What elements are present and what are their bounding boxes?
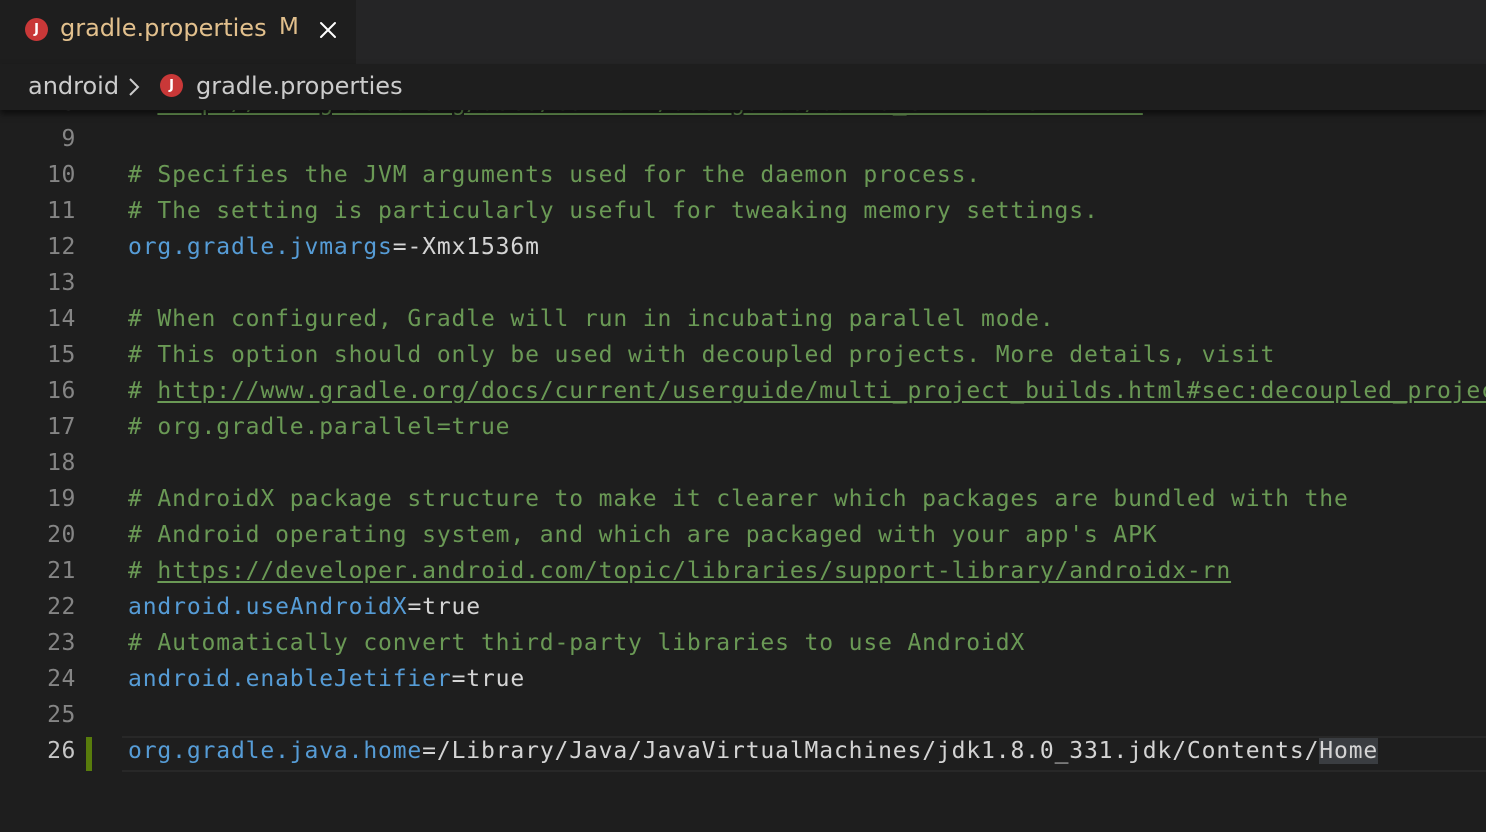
breadcrumb-folder[interactable]: android — [28, 72, 119, 100]
comment-text: # Specifies the JVM arguments used for t… — [128, 162, 982, 188]
comment-text: # This option should only be used with d… — [128, 342, 1276, 368]
gutter-change-marker — [86, 737, 92, 771]
code-text: # Automatically convert third-party libr… — [128, 630, 1025, 656]
line-number: 26 — [47, 738, 76, 764]
code-text: # Android operating system, and which ar… — [128, 522, 1158, 548]
code-text: # When configured, Gradle will run in in… — [128, 306, 1055, 332]
property-value: =true — [407, 594, 481, 620]
url-link[interactable]: https://developer.android.com/topic/libr… — [157, 558, 1231, 584]
code-text: org.gradle.java.home=/Library/Java/JavaV… — [128, 738, 1379, 764]
close-icon[interactable] — [314, 14, 342, 46]
code-line[interactable]: 14 # When configured, Gradle will run in … — [0, 304, 1486, 340]
line-number: 25 — [47, 702, 76, 728]
code-line[interactable]: 16 # http://www.gradle.org/docs/current/u… — [0, 376, 1486, 412]
code-line[interactable]: 22 android.useAndroidX=true — [0, 592, 1486, 628]
line-number: 17 — [47, 414, 76, 440]
comment-text: # — [128, 558, 158, 584]
java-file-icon: J — [25, 18, 48, 41]
code-line[interactable]: 13 — [0, 268, 1486, 304]
code-line[interactable]: 19 # AndroidX package structure to make i… — [0, 484, 1486, 520]
code-line[interactable]: 10 # Specifies the JVM arguments used for… — [0, 160, 1486, 196]
breadcrumb-file[interactable]: gradle.properties — [196, 72, 403, 100]
code-line[interactable]: 9 — [0, 124, 1486, 160]
line-number: 23 — [47, 630, 76, 656]
code-line[interactable]: 26 org.gradle.java.home=/Library/Java/Jav… — [0, 736, 1486, 772]
comment-text: # AndroidX package structure to make it … — [128, 486, 1349, 512]
code-line[interactable]: 15 # This option should only be used with… — [0, 340, 1486, 376]
line-number: 9 — [61, 126, 76, 152]
line-number: 13 — [47, 270, 76, 296]
code-text: android.useAndroidX=true — [128, 594, 481, 620]
line-number: 11 — [47, 198, 76, 224]
code-text: # This option should only be used with d… — [128, 342, 1275, 368]
line-number: 12 — [47, 234, 76, 260]
code-text: # http://www.gradle.org/docs/current/use… — [128, 378, 1486, 404]
code-line[interactable]: 20 # Android operating system, and which … — [0, 520, 1486, 556]
comment-text: # Android operating system, and which ar… — [128, 522, 1158, 548]
code-text: # org.gradle.parallel=true — [128, 414, 510, 440]
code-line[interactable]: 11 # The setting is particularly useful f… — [0, 196, 1486, 232]
line-number: 18 — [47, 450, 76, 476]
property-key: org.gradle.jvmargs — [128, 234, 393, 260]
comment-text: # The setting is particularly useful for… — [128, 198, 1099, 224]
tab-bar: J gradle.properties M — [0, 0, 1486, 64]
line-number: 15 — [47, 342, 76, 368]
comment-text: # org.gradle.parallel=true — [128, 414, 511, 440]
code-text: # AndroidX package structure to make it … — [128, 486, 1349, 512]
property-key: android.enableJetifier — [128, 666, 452, 692]
editor-tab-gradle-properties[interactable]: J gradle.properties M — [0, 0, 356, 64]
line-number: 10 — [47, 162, 76, 188]
code-text: # https://developer.android.com/topic/li… — [128, 558, 1231, 584]
comment-text: # — [128, 378, 158, 404]
tab-label: gradle.properties — [60, 14, 267, 42]
code-line[interactable]: 17 # org.gradle.parallel=true — [0, 412, 1486, 448]
line-number: 14 — [47, 306, 76, 332]
code-text: android.enableJetifier=true — [128, 666, 525, 692]
property-value: =true — [451, 666, 526, 692]
property-value: =/Library/Java/JavaVirtualMachines/jdk1.… — [422, 738, 1320, 764]
code-line[interactable]: 23 # Automatically convert third-party li… — [0, 628, 1486, 664]
code-line[interactable]: 24 android.enableJetifier=true — [0, 664, 1486, 700]
property-key: android.useAndroidX — [128, 594, 408, 620]
line-number: 22 — [47, 594, 76, 620]
comment-text: # When configured, Gradle will run in in… — [128, 306, 1055, 332]
line-number: 24 — [47, 666, 76, 692]
property-key: org.gradle.java.home — [128, 738, 423, 764]
line-number: 21 — [47, 558, 76, 584]
code-editor[interactable]: 8# http://www.gradle.org/docs/current/us… — [0, 64, 1486, 832]
modified-badge: M — [279, 14, 299, 40]
code-line[interactable]: 25 — [0, 700, 1486, 736]
property-value: Home — [1319, 738, 1379, 764]
code-text: # Specifies the JVM arguments used for t… — [128, 162, 981, 188]
url-link[interactable]: http://www.gradle.org/docs/current/userg… — [157, 378, 1486, 404]
property-value: =-Xmx1536m — [392, 234, 540, 260]
code-line[interactable]: 12 org.gradle.jvmargs=-Xmx1536m — [0, 232, 1486, 268]
code-text: # The setting is particularly useful for… — [128, 198, 1099, 224]
comment-text: # Automatically convert third-party libr… — [128, 630, 1026, 656]
code-line[interactable]: 18 — [0, 448, 1486, 484]
breadcrumb: android J gradle.properties — [0, 64, 1486, 110]
java-file-icon: J — [160, 74, 183, 97]
line-number: 20 — [47, 522, 76, 548]
line-number: 19 — [47, 486, 76, 512]
code-line[interactable]: 21 # https://developer.android.com/topic/… — [0, 556, 1486, 592]
chevron-right-icon — [128, 77, 140, 101]
line-number: 16 — [47, 378, 76, 404]
code-text: org.gradle.jvmargs=-Xmx1536m — [128, 234, 540, 260]
